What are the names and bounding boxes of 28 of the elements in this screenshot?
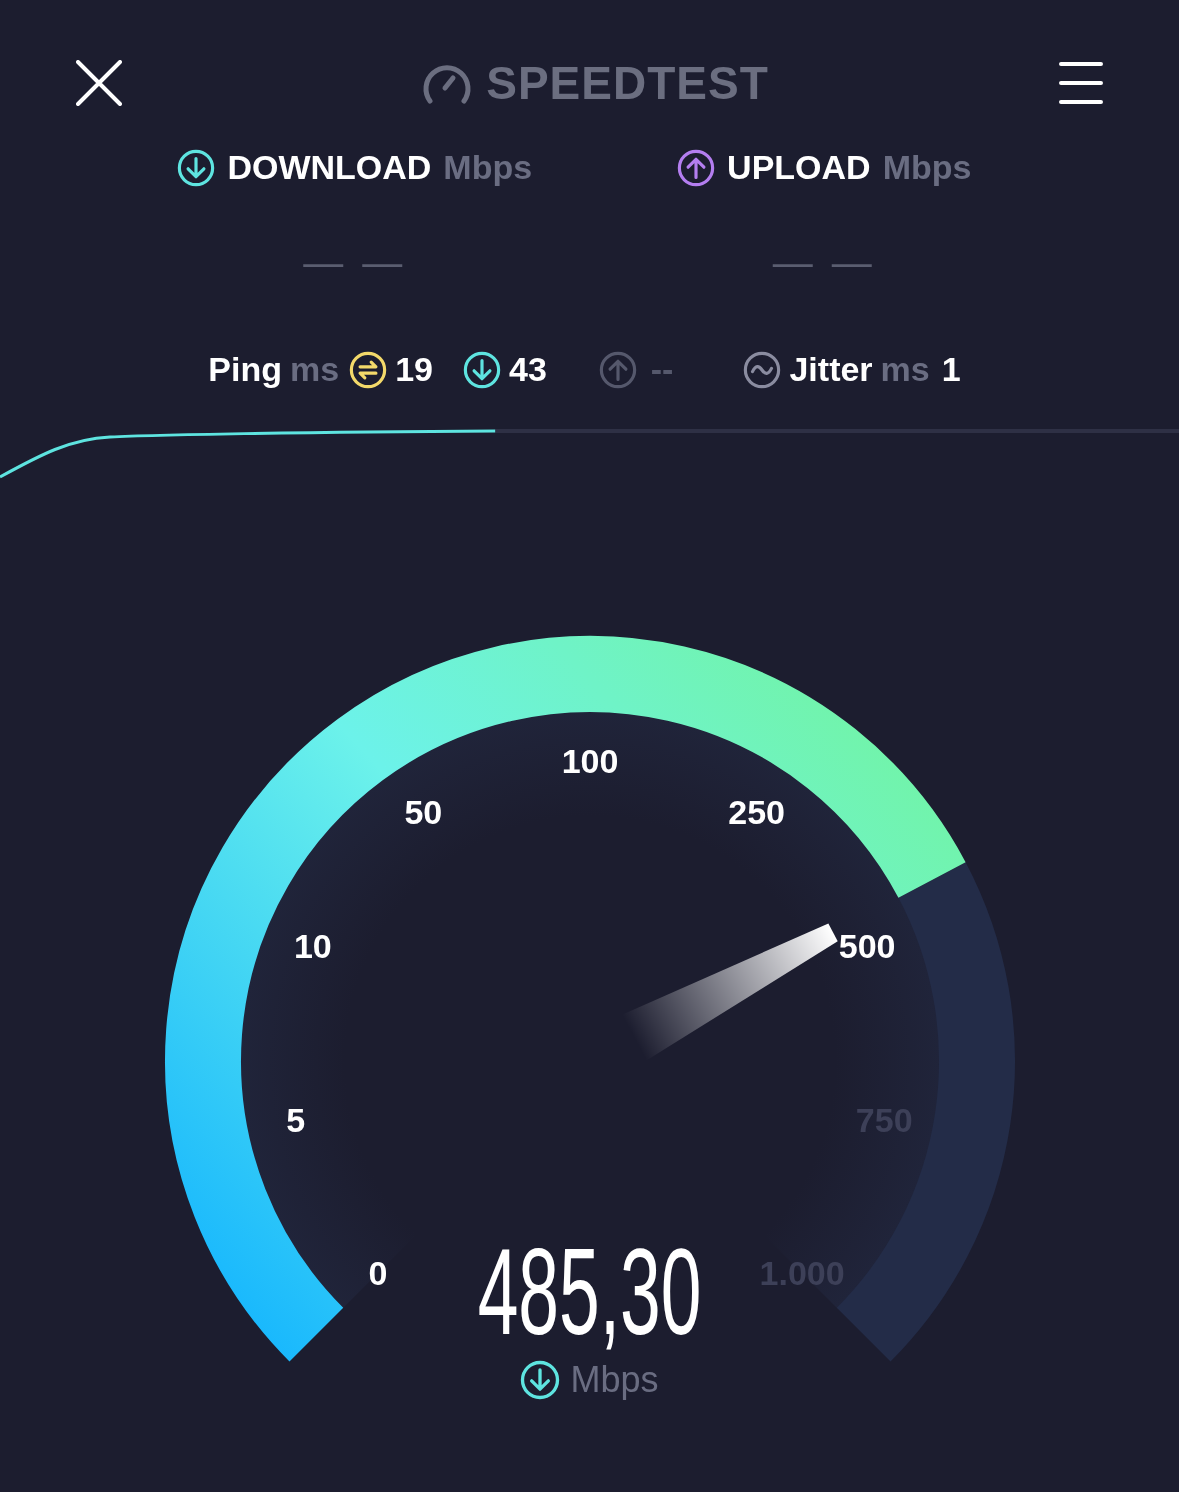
unit-label: ms [880,350,930,389]
ping-value: 19 [395,350,433,389]
ping-value: -- [650,350,674,389]
gauge-tick-label: 10 [293,927,332,966]
result-value: — — [303,240,407,285]
close-icon[interactable] [76,60,122,106]
result-value: — — [772,240,876,285]
ping-label: Ping [208,350,282,389]
gauge-tick-label: 250 [728,792,786,831]
gauge-tick-label: 50 [404,792,443,831]
result-label: DOWNLOAD [227,148,432,187]
speed-reading: 485,30 [477,1231,702,1353]
result-label: UPLOAD [727,148,871,187]
gauge-tick-label: 500 [838,927,896,966]
unit-label: Mbps [570,1359,659,1401]
gauge-tick-label: 100 [561,742,619,780]
menu-icon[interactable] [1059,60,1103,106]
gauge-tick-label: 5 [286,1100,306,1139]
unit-label: Mbps [882,148,972,187]
jitter-label: Jitter [789,350,873,389]
two-arrows-icon [349,350,388,389]
gauge-tick-label: 0 [368,1254,388,1293]
unit-label: Mbps [443,148,533,187]
jitter-value: 1 [941,350,961,389]
app-logo: SPEEDTEST [486,56,769,110]
wave-icon [743,350,782,389]
ping-value: 43 [508,350,547,389]
unit-label: ms [290,350,340,389]
